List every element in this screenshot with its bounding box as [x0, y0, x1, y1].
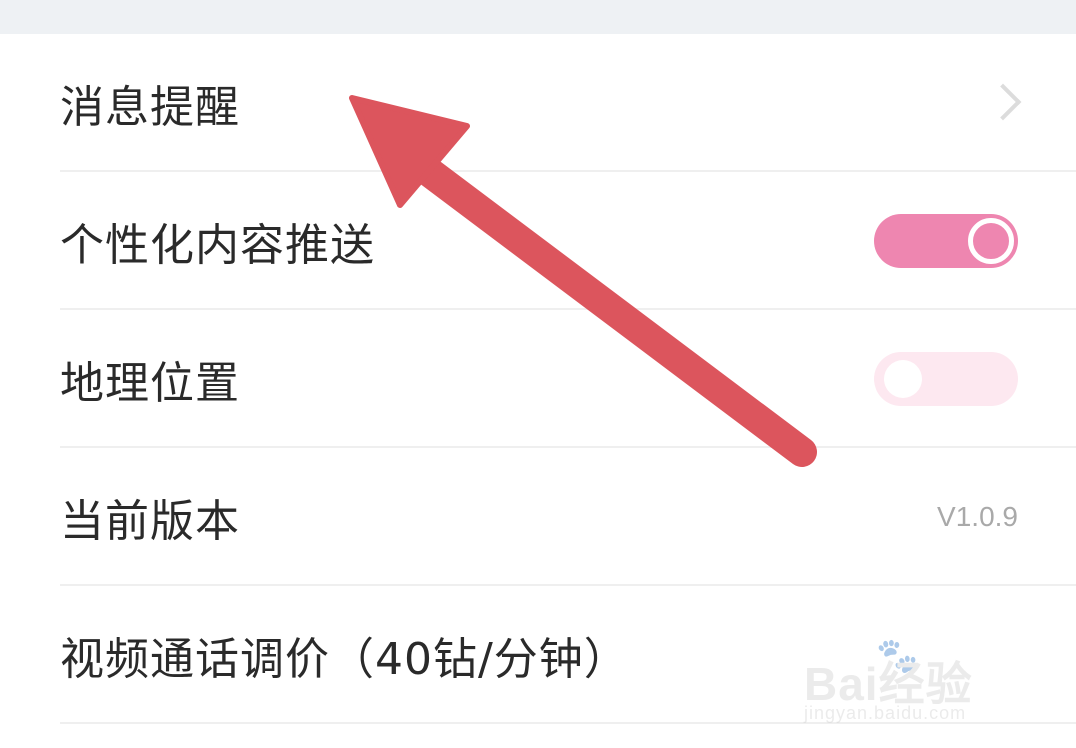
settings-list: 消息提醒 个性化内容推送 地理位置 当前版本 V1.0.9 视频通话调价（40钻… — [0, 34, 1076, 724]
personalized-push-toggle[interactable] — [874, 214, 1018, 268]
settings-item-message-reminder[interactable]: 消息提醒 — [0, 34, 1076, 172]
settings-item-label: 视频通话调价（40钻/分钟） — [60, 634, 629, 685]
location-toggle[interactable] — [874, 352, 1018, 406]
settings-item-personalized-push: 个性化内容推送 — [0, 172, 1076, 310]
chevron-right-icon — [984, 83, 1022, 121]
settings-item-label: 个性化内容推送 — [60, 220, 375, 271]
watermark-url: jingyan.baidu.com — [804, 703, 967, 723]
settings-item-label: 消息提醒 — [60, 82, 240, 133]
watermark: 🐾 Bai经验 jingyan.baidu.com — [798, 636, 1018, 726]
toggle-knob — [968, 218, 1014, 264]
settings-item-current-version: 当前版本 V1.0.9 — [0, 448, 1076, 586]
settings-item-label: 地理位置 — [60, 358, 240, 409]
top-band — [0, 0, 1076, 34]
settings-item-label: 当前版本 — [60, 496, 240, 547]
version-value: V1.0.9 — [937, 501, 1018, 532]
settings-item-location: 地理位置 — [0, 310, 1076, 448]
toggle-knob — [884, 360, 922, 398]
